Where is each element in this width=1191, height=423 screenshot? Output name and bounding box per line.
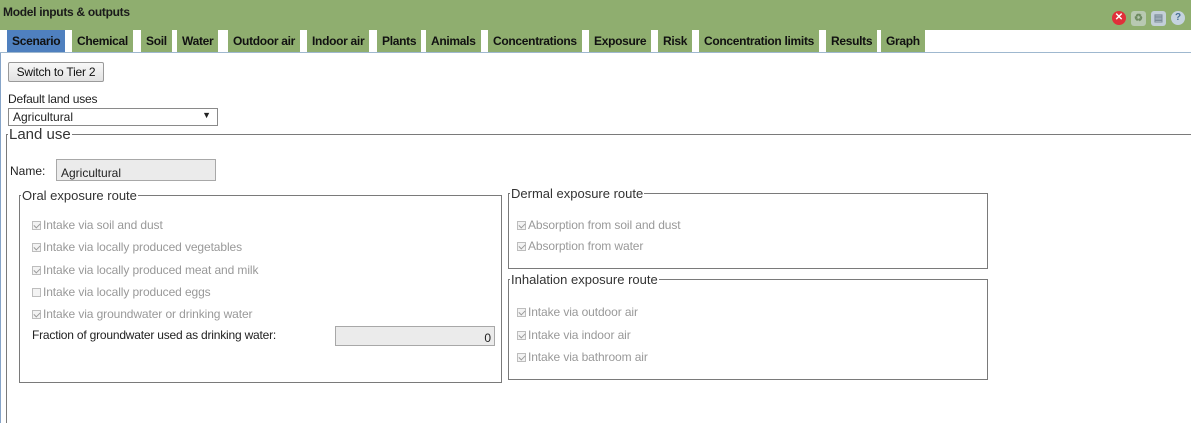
recycle-icon[interactable]: ♻ bbox=[1131, 11, 1146, 26]
checkbox-box bbox=[32, 287, 41, 297]
checkbox-box bbox=[32, 309, 41, 319]
checkbox-label: Intake via soil and dust bbox=[43, 218, 163, 232]
oral-exposure-legend: Oral exposure route bbox=[22, 188, 137, 203]
save-icon[interactable]: ▤ bbox=[1151, 11, 1166, 26]
checkbox-label: Intake via groundwater or drinking water bbox=[43, 307, 253, 321]
checkbox-box bbox=[32, 220, 41, 230]
checkbox-label: Intake via bathroom air bbox=[528, 350, 648, 364]
oral-intake-groundwater-checkbox[interactable]: Intake via groundwater or drinking water bbox=[32, 307, 253, 321]
oral-intake-meat-milk-checkbox[interactable]: Intake via locally produced meat and mil… bbox=[32, 263, 258, 277]
tab-indoor-air[interactable]: Indoor air bbox=[307, 30, 370, 52]
tab-graph[interactable]: Graph bbox=[881, 30, 925, 52]
window-controls: ✕ ♻ ▤ ? bbox=[1112, 11, 1185, 26]
checkbox-box bbox=[517, 220, 526, 230]
switch-tier-button[interactable]: Switch to Tier 2 bbox=[8, 62, 104, 82]
land-use-legend: Land use bbox=[9, 126, 71, 143]
groundwater-fraction-field[interactable]: 0 bbox=[335, 326, 495, 346]
default-land-use-select[interactable]: Agricultural ▼ bbox=[8, 108, 218, 126]
tab-plants[interactable]: Plants bbox=[377, 30, 422, 52]
content-left-border bbox=[0, 53, 1, 423]
checkbox-box bbox=[517, 352, 526, 362]
checkbox-box bbox=[32, 242, 41, 252]
help-icon[interactable]: ? bbox=[1171, 11, 1185, 25]
tab-water[interactable]: Water bbox=[177, 30, 219, 52]
inhalation-indoor-air-checkbox[interactable]: Intake via indoor air bbox=[517, 328, 631, 342]
close-circle-icon[interactable]: ✕ bbox=[1112, 11, 1126, 25]
tab-chemical[interactable]: Chemical bbox=[72, 30, 133, 52]
inhalation-exposure-legend: Inhalation exposure route bbox=[511, 272, 658, 287]
tab-outdoor-air[interactable]: Outdoor air bbox=[228, 30, 301, 52]
dermal-absorption-water-checkbox[interactable]: Absorption from water bbox=[517, 239, 643, 253]
tab-scenario[interactable]: Scenario bbox=[7, 30, 66, 52]
name-field[interactable]: Agricultural bbox=[56, 159, 216, 181]
tab-concentration-limits[interactable]: Concentration limits bbox=[699, 30, 820, 52]
checkbox-label: Absorption from water bbox=[528, 239, 644, 253]
groundwater-fraction-label: Fraction of groundwater used as drinking… bbox=[32, 328, 277, 342]
checkbox-label: Intake via indoor air bbox=[528, 328, 631, 342]
checkbox-label: Absorption from soil and dust bbox=[528, 218, 681, 232]
dropdown-arrow-icon: ▼ bbox=[202, 110, 211, 120]
tab-soil[interactable]: Soil bbox=[141, 30, 172, 52]
tab-exposure[interactable]: Exposure bbox=[589, 30, 652, 52]
inhalation-bathroom-air-checkbox[interactable]: Intake via bathroom air bbox=[517, 350, 648, 364]
checkbox-label: Intake via locally produced eggs bbox=[43, 285, 211, 299]
tab-animals[interactable]: Animals bbox=[426, 30, 481, 52]
default-land-use-value: Agricultural bbox=[13, 110, 74, 124]
tab-concentrations[interactable]: Concentrations bbox=[488, 30, 582, 52]
oral-intake-eggs-checkbox[interactable]: Intake via locally produced eggs bbox=[32, 285, 211, 299]
checkbox-label: Intake via locally produced meat and mil… bbox=[43, 263, 259, 277]
default-land-uses-label: Default land uses bbox=[8, 92, 98, 106]
checkbox-label: Intake via locally produced vegetables bbox=[43, 240, 242, 254]
checkbox-box bbox=[517, 307, 526, 317]
name-label: Name: bbox=[10, 164, 46, 178]
dermal-absorption-soil-dust-checkbox[interactable]: Absorption from soil and dust bbox=[517, 218, 681, 232]
tab-risk[interactable]: Risk bbox=[658, 30, 693, 52]
checkbox-box bbox=[32, 265, 41, 275]
tab-bar: Scenario Chemical Soil Water Outdoor air… bbox=[0, 30, 1191, 53]
checkbox-box bbox=[517, 241, 526, 251]
window-title: Model inputs & outputs bbox=[3, 5, 130, 19]
inhalation-outdoor-air-checkbox[interactable]: Intake via outdoor air bbox=[517, 305, 638, 319]
checkbox-label: Intake via outdoor air bbox=[528, 305, 638, 319]
tab-results[interactable]: Results bbox=[826, 30, 878, 52]
oral-intake-soil-dust-checkbox[interactable]: Intake via soil and dust bbox=[32, 218, 163, 232]
oral-intake-vegetables-checkbox[interactable]: Intake via locally produced vegetables bbox=[32, 240, 242, 254]
title-bar: Model inputs & outputs ✕ ♻ ▤ ? bbox=[0, 0, 1191, 30]
checkbox-box bbox=[517, 330, 526, 340]
dermal-exposure-legend: Dermal exposure route bbox=[511, 186, 644, 201]
